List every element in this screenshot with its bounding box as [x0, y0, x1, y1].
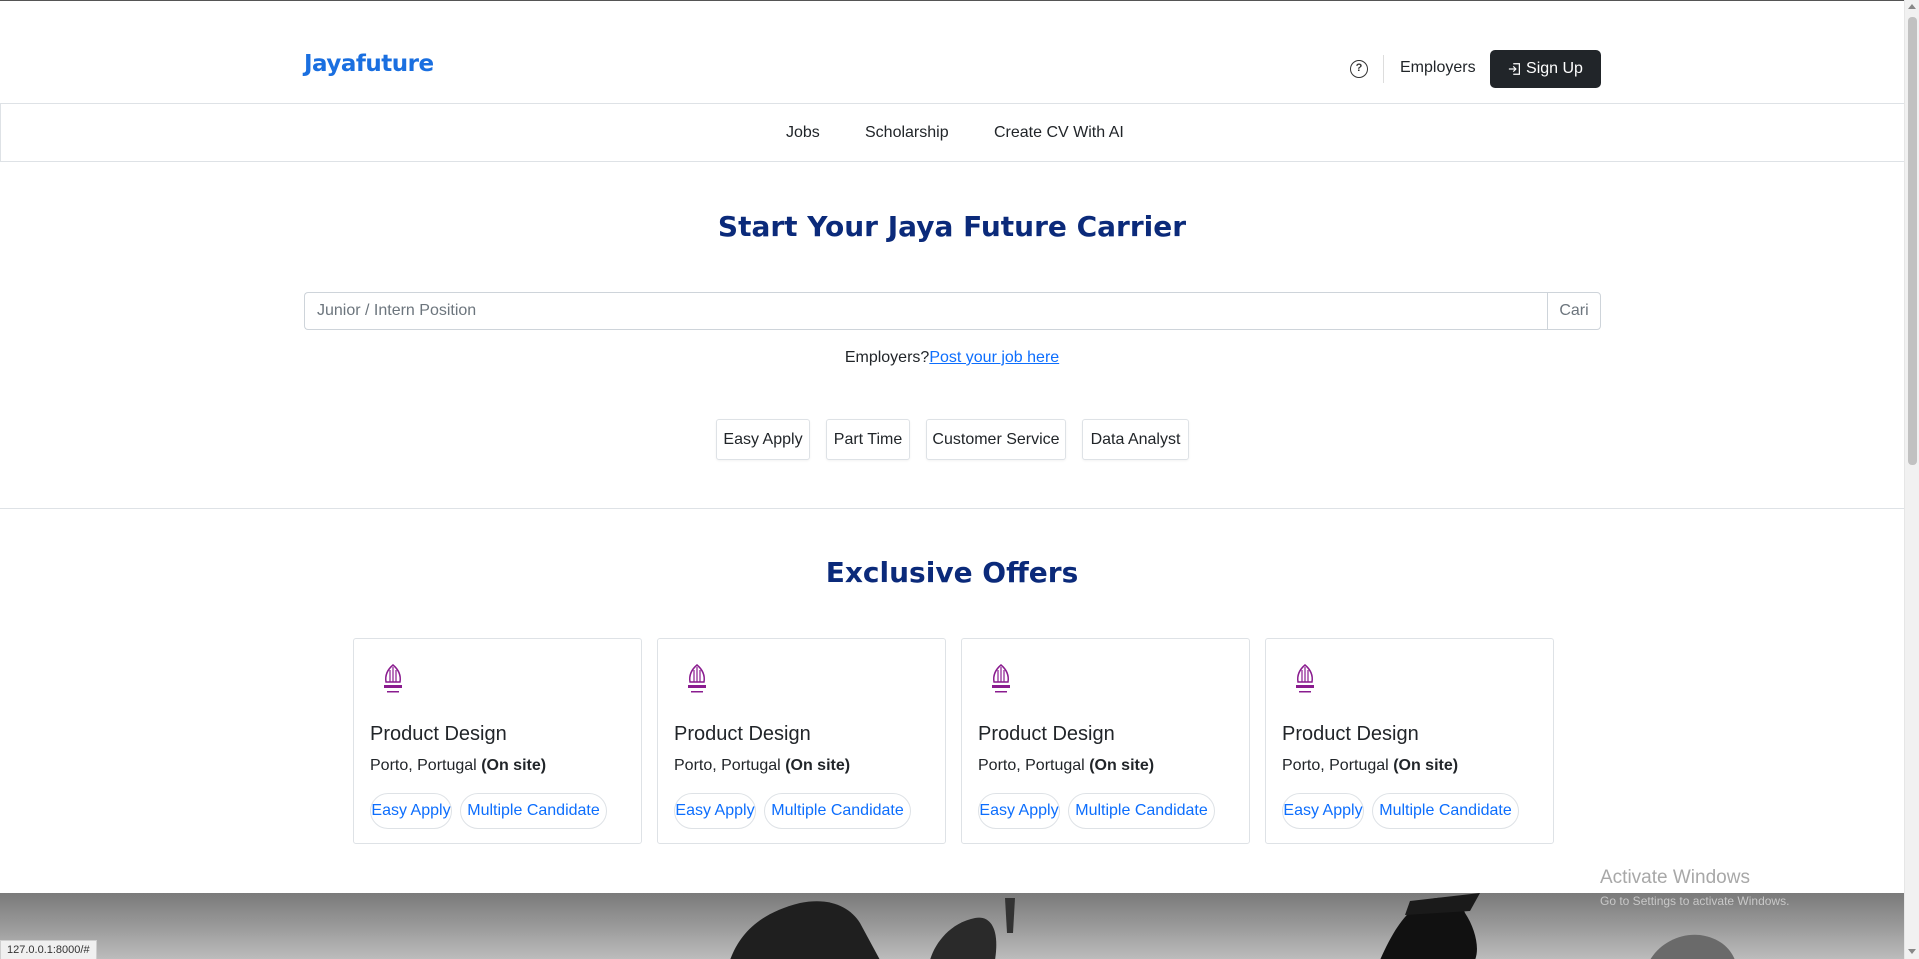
- sign-up-button[interactable]: Sign Up: [1490, 50, 1601, 88]
- work-type: (On site): [481, 757, 547, 774]
- halal-logo-icon: [992, 664, 1010, 693]
- job-title[interactable]: Product Design: [1282, 723, 1419, 746]
- employer-prompt: Employers?Post your job here: [0, 349, 1904, 367]
- nav-item-create-cv[interactable]: Create CV With AI: [994, 124, 1124, 142]
- sign-up-label: Sign Up: [1526, 60, 1583, 77]
- question-circle-icon[interactable]: ?: [1350, 60, 1368, 78]
- job-location: Porto, Portugal (On site): [978, 757, 1154, 775]
- nav-item-scholarship[interactable]: Scholarship: [865, 124, 949, 142]
- scroll-thumb[interactable]: [1908, 17, 1917, 465]
- location-text: Porto, Portugal: [674, 757, 781, 774]
- section-divider: [0, 508, 1904, 509]
- windows-watermark-sub: Go to Settings to activate Windows.: [1600, 894, 1790, 908]
- badge-easy-apply[interactable]: Easy Apply: [978, 793, 1060, 829]
- tag-easy-apply[interactable]: Easy Apply: [716, 419, 810, 460]
- employer-prompt-text: Employers?: [844, 349, 930, 366]
- search-bar: Cari: [304, 292, 1601, 330]
- job-location: Porto, Portugal (On site): [1282, 757, 1458, 775]
- employers-link[interactable]: Employers: [1400, 59, 1476, 77]
- halal-logo-icon: [1296, 664, 1314, 693]
- badge-multiple-candidate[interactable]: Multiple Candidate: [460, 793, 607, 829]
- badge-easy-apply[interactable]: Easy Apply: [1282, 793, 1364, 829]
- location-text: Porto, Portugal: [978, 757, 1085, 774]
- location-text: Porto, Portugal: [1282, 757, 1389, 774]
- job-title[interactable]: Product Design: [370, 723, 507, 746]
- page: Jayafuture ? Employers Sign Up Jobs Scho…: [0, 0, 1904, 959]
- hero-title: Start Your Jaya Future Carrier: [717, 210, 1187, 243]
- work-type: (On site): [785, 757, 851, 774]
- badge-multiple-candidate[interactable]: Multiple Candidate: [1068, 793, 1215, 829]
- main-nav: Jobs Scholarship Create CV With AI: [0, 104, 1904, 162]
- scroll-up-icon[interactable]: [1908, 4, 1916, 9]
- work-type: (On site): [1393, 757, 1459, 774]
- badge-easy-apply[interactable]: Easy Apply: [674, 793, 756, 829]
- brand-logo[interactable]: Jayafuture: [304, 51, 434, 77]
- windows-watermark: Activate Windows: [1600, 867, 1750, 888]
- job-card[interactable]: Product Design Porto, Portugal (On site)…: [961, 638, 1250, 844]
- halal-logo-icon: [384, 664, 402, 693]
- job-title[interactable]: Product Design: [978, 723, 1115, 746]
- post-job-link[interactable]: Post your job here: [929, 349, 1059, 366]
- top-header: Jayafuture ? Employers Sign Up: [0, 1, 1904, 104]
- page-scrollbar[interactable]: [1904, 0, 1919, 959]
- badge-multiple-candidate[interactable]: Multiple Candidate: [1372, 793, 1519, 829]
- status-url: 127.0.0.1:8000/#: [0, 940, 97, 959]
- job-card[interactable]: Product Design Porto, Portugal (On site)…: [657, 638, 946, 844]
- quick-tags: Easy Apply Part Time Customer Service Da…: [0, 419, 1904, 460]
- job-location: Porto, Portugal (On site): [370, 757, 546, 775]
- badge-multiple-candidate[interactable]: Multiple Candidate: [764, 793, 911, 829]
- offers-title: Exclusive Offers: [825, 556, 1079, 589]
- badge-easy-apply[interactable]: Easy Apply: [370, 793, 452, 829]
- login-icon: [1508, 63, 1521, 75]
- scroll-down-icon[interactable]: [1908, 949, 1916, 954]
- work-type: (On site): [1089, 757, 1155, 774]
- tag-part-time[interactable]: Part Time: [826, 419, 910, 460]
- search-input[interactable]: [304, 292, 1547, 330]
- job-location: Porto, Portugal (On site): [674, 757, 850, 775]
- job-card[interactable]: Product Design Porto, Portugal (On site)…: [1265, 638, 1554, 844]
- job-title[interactable]: Product Design: [674, 723, 811, 746]
- header-divider: [1383, 55, 1384, 83]
- halal-logo-icon: [688, 664, 706, 693]
- job-card[interactable]: Product Design Porto, Portugal (On site)…: [353, 638, 642, 844]
- tag-customer-service[interactable]: Customer Service: [926, 419, 1066, 460]
- tag-data-analyst[interactable]: Data Analyst: [1082, 419, 1189, 460]
- search-button[interactable]: Cari: [1547, 292, 1601, 330]
- nav-item-jobs[interactable]: Jobs: [786, 124, 820, 142]
- location-text: Porto, Portugal: [370, 757, 477, 774]
